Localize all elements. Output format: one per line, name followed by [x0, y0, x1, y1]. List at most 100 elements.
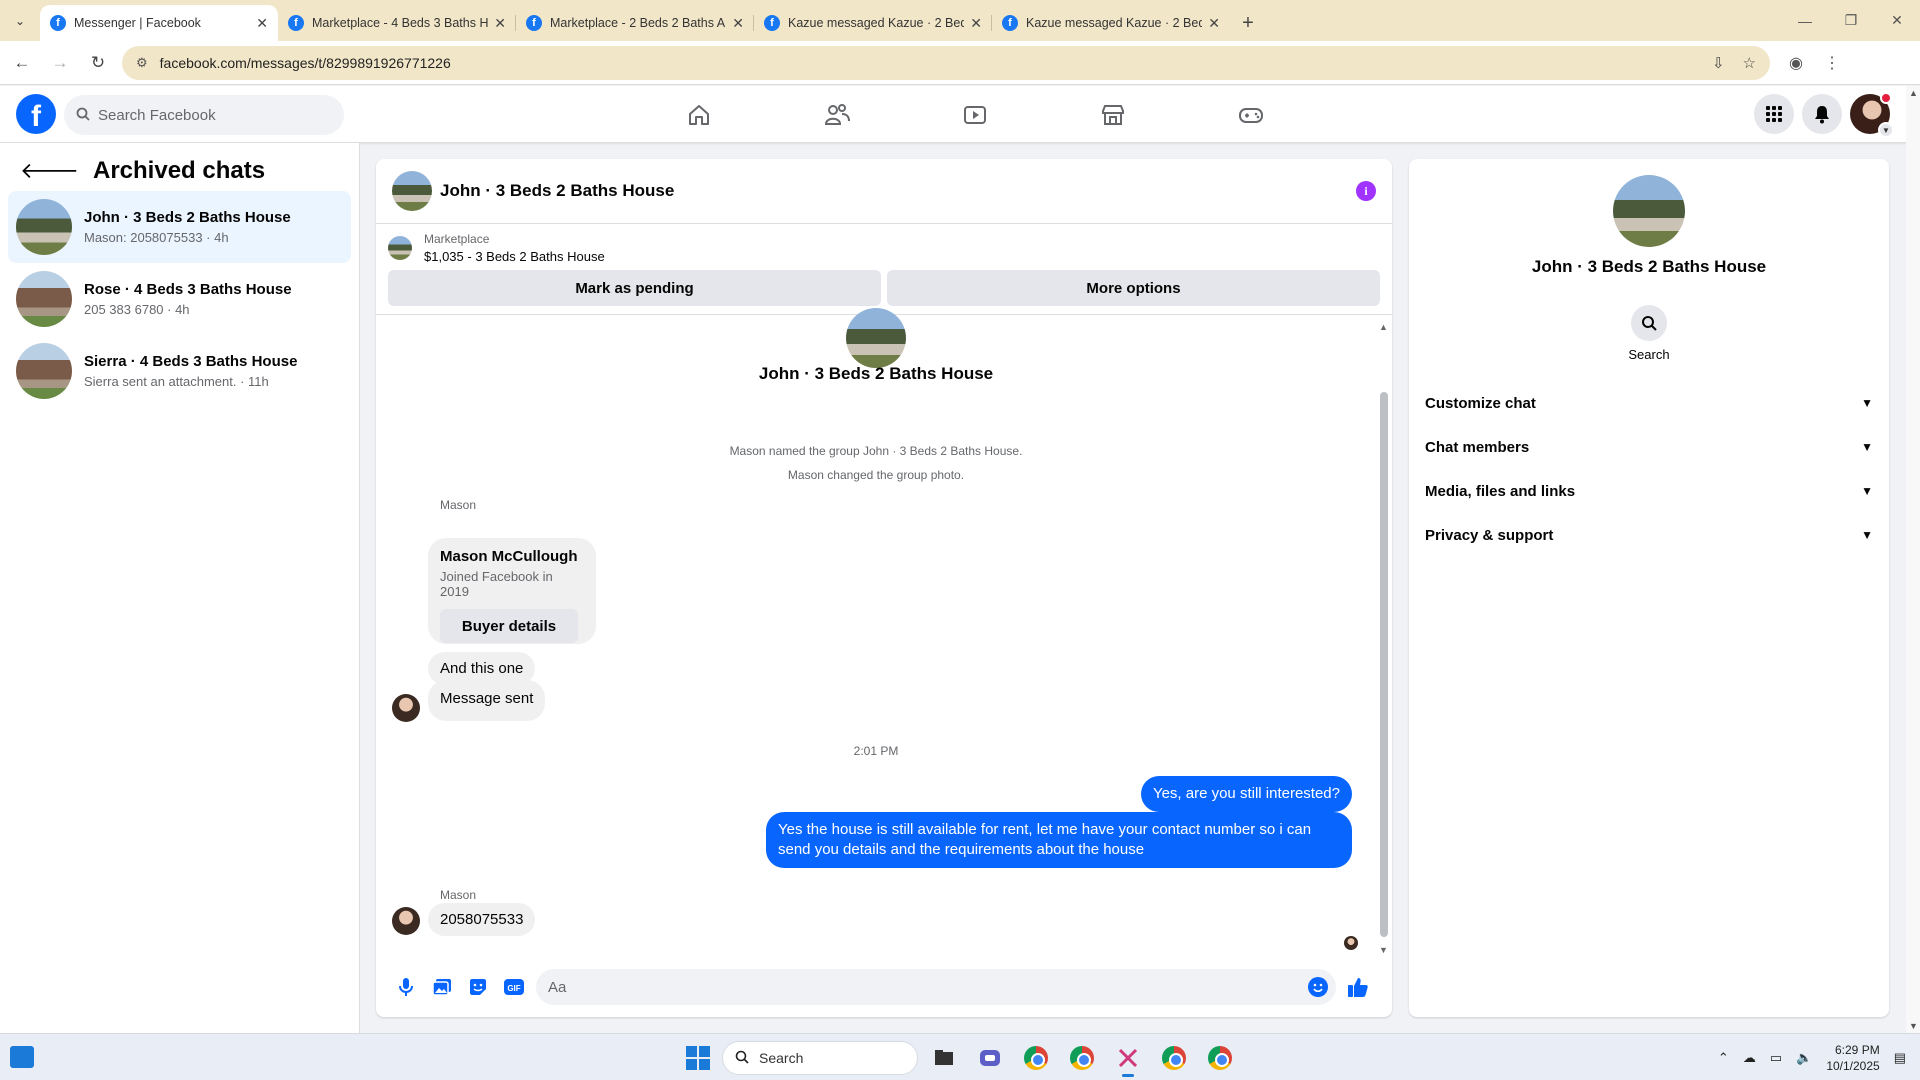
start-windows-icon[interactable]: [680, 1040, 716, 1076]
page-scrollbar[interactable]: ▲ ▼: [1906, 86, 1920, 1033]
scroll-up-icon[interactable]: ▲: [1909, 88, 1918, 98]
scroll-down-icon[interactable]: ▼: [1379, 945, 1388, 955]
buyer-details-button[interactable]: Buyer details: [440, 609, 578, 643]
tab-kazue-1[interactable]: f Kazue messaged Kazue · 2 Beds ✕: [754, 5, 992, 41]
info-search-button[interactable]: Search: [1627, 305, 1671, 362]
snipping-tool-icon[interactable]: [1108, 1039, 1148, 1077]
facebook-logo-icon[interactable]: f: [16, 94, 56, 134]
chat-members-row[interactable]: Chat members ▼: [1417, 425, 1881, 469]
scroll-down-icon[interactable]: ▼: [1909, 1021, 1918, 1031]
chat-item-sierra[interactable]: Sierra · 4 Beds 3 Baths House Sierra sen…: [8, 335, 351, 407]
show-hidden-icons-icon[interactable]: ⌃: [1718, 1050, 1729, 1066]
search-icon: [735, 1050, 749, 1067]
mark-as-pending-button[interactable]: Mark as pending: [388, 270, 881, 306]
conversation-title[interactable]: John · 3 Beds 2 Baths House: [440, 181, 674, 201]
message-input[interactable]: Aa: [536, 969, 1336, 1005]
volume-icon[interactable]: 🔈: [1796, 1050, 1812, 1066]
photo-icon[interactable]: [424, 969, 460, 1005]
restore-icon[interactable]: ❐: [1828, 0, 1874, 41]
close-tab-icon[interactable]: ✕: [256, 15, 268, 32]
install-app-icon[interactable]: ⇩: [1712, 54, 1725, 72]
tab-search-chevron-icon[interactable]: ⌄: [0, 0, 40, 41]
gif-icon[interactable]: GIF: [496, 969, 532, 1005]
marketplace-nav-icon[interactable]: [1044, 86, 1182, 143]
message-scrollbar[interactable]: ▲ ▼: [1376, 320, 1392, 957]
facebook-search-input[interactable]: Search Facebook: [64, 95, 344, 135]
chat-item-john[interactable]: John · 3 Beds 2 Baths House Mason: 20580…: [8, 191, 351, 263]
more-options-button[interactable]: More options: [887, 270, 1380, 306]
tab-title: Marketplace - 2 Beds 2 Baths A: [550, 16, 726, 30]
group-photo-large[interactable]: [1613, 175, 1685, 247]
chat-last-message: Sierra sent an attachment. · 11h: [84, 374, 269, 389]
url-field[interactable]: ⚙ facebook.com/messages/t/82998919267712…: [122, 45, 1770, 80]
chat-item-rose[interactable]: Rose · 4 Beds 3 Baths House 205 383 6780…: [8, 263, 351, 335]
url-text: facebook.com/messages/t/8299891926771226: [159, 54, 451, 71]
tab-kazue-2[interactable]: f Kazue messaged Kazue · 2 Beds ✕: [992, 5, 1230, 41]
chrome-icon[interactable]: [1200, 1039, 1240, 1077]
sender-avatar[interactable]: [392, 907, 420, 935]
account-avatar[interactable]: ▼: [1850, 92, 1894, 138]
teams-icon[interactable]: [970, 1039, 1010, 1077]
tab-messenger[interactable]: f Messenger | Facebook ✕: [40, 5, 278, 41]
incoming-message[interactable]: Message sent: [428, 680, 546, 721]
incoming-message[interactable]: 2058075533: [428, 903, 536, 936]
customize-chat-row[interactable]: Customize chat ▼: [1417, 381, 1881, 425]
close-tab-icon[interactable]: ✕: [494, 15, 506, 32]
taskbar-search-label: Search: [759, 1050, 804, 1066]
conversation-header: John · 3 Beds 2 Baths House i: [376, 159, 1392, 224]
menu-grid-icon[interactable]: [1754, 94, 1794, 134]
close-tab-icon[interactable]: ✕: [970, 15, 982, 32]
privacy-support-row[interactable]: Privacy & support ▼: [1417, 513, 1881, 557]
tab-marketplace-2[interactable]: f Marketplace - 2 Beds 2 Baths A ✕: [516, 5, 754, 41]
facebook-favicon-icon: f: [288, 15, 304, 31]
taskbar-search[interactable]: Search: [722, 1041, 918, 1075]
info-icon[interactable]: i: [1356, 181, 1376, 201]
chrome-icon[interactable]: [1062, 1039, 1102, 1077]
profile-icon[interactable]: ◉: [1778, 53, 1814, 73]
chrome-icon[interactable]: [1154, 1039, 1194, 1077]
new-tab-button[interactable]: +: [1230, 5, 1266, 41]
like-thumbs-up-icon[interactable]: [1336, 976, 1380, 998]
close-tab-icon[interactable]: ✕: [732, 15, 744, 32]
scroll-up-icon[interactable]: ▲: [1379, 322, 1388, 332]
outgoing-message[interactable]: Yes the house is still available for ren…: [766, 812, 1352, 868]
listing-thumbnail[interactable]: [388, 236, 412, 260]
close-window-icon[interactable]: ✕: [1874, 0, 1920, 41]
back-arrow-icon[interactable]: 🡐: [20, 158, 79, 184]
home-nav-icon[interactable]: [630, 86, 768, 143]
tab-title: Kazue messaged Kazue · 2 Beds: [788, 16, 965, 30]
back-icon[interactable]: ←: [6, 47, 38, 79]
browser-menu-icon[interactable]: ⋮: [1814, 53, 1850, 73]
notification-center-icon[interactable]: ▤: [1894, 1050, 1906, 1066]
forward-icon[interactable]: →: [44, 47, 76, 79]
conversation-avatar[interactable]: [392, 171, 432, 211]
listing-title[interactable]: $1,035 - 3 Beds 2 Baths House: [424, 249, 605, 264]
notifications-bell-icon[interactable]: [1802, 94, 1842, 134]
scrollbar-thumb[interactable]: [1380, 392, 1388, 937]
message-placeholder: Aa: [548, 978, 567, 996]
outgoing-message[interactable]: Yes, are you still interested?: [1140, 776, 1352, 812]
network-icon[interactable]: ▭: [1770, 1050, 1782, 1066]
sticker-icon[interactable]: [460, 969, 496, 1005]
sender-avatar[interactable]: [392, 694, 420, 722]
emoji-icon[interactable]: [1308, 977, 1328, 997]
microphone-icon[interactable]: [388, 969, 424, 1005]
chat-thumbnail: [16, 343, 72, 399]
chrome-icon[interactable]: [1016, 1039, 1056, 1077]
file-explorer-icon[interactable]: [924, 1039, 964, 1077]
gaming-nav-icon[interactable]: [1182, 86, 1320, 143]
minimize-icon[interactable]: —: [1782, 0, 1828, 41]
timestamp: 2:01 PM: [853, 744, 899, 758]
bookmark-star-icon[interactable]: ☆: [1743, 54, 1756, 72]
media-files-links-row[interactable]: Media, files and links ▼: [1417, 469, 1881, 513]
reload-icon[interactable]: ↻: [82, 47, 114, 79]
widgets-icon[interactable]: [10, 1046, 34, 1068]
close-tab-icon[interactable]: ✕: [1208, 15, 1220, 32]
video-nav-icon[interactable]: [906, 86, 1044, 143]
clock[interactable]: 6:29 PM 10/1/2025: [1826, 1042, 1879, 1074]
site-info-icon[interactable]: ⚙: [136, 55, 148, 71]
system-message: Mason changed the group photo.: [787, 468, 965, 482]
tab-marketplace-1[interactable]: f Marketplace - 4 Beds 3 Baths H ✕: [278, 5, 516, 41]
onedrive-icon[interactable]: ☁: [1743, 1050, 1756, 1066]
friends-nav-icon[interactable]: [768, 86, 906, 143]
